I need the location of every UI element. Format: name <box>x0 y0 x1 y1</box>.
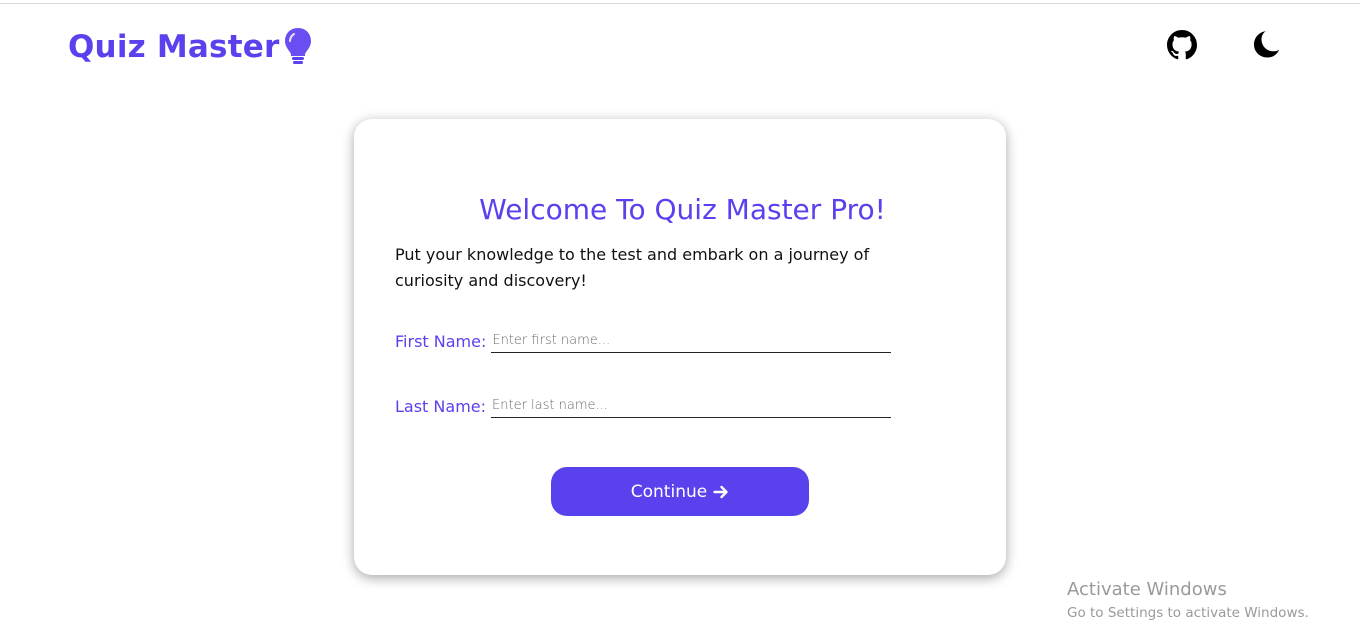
card-subtitle: Put your knowledge to the test and embar… <box>395 245 870 290</box>
continue-label: Continue <box>630 481 708 502</box>
first-name-label: First Name: <box>395 332 487 351</box>
logo-text: Quiz Master <box>68 29 280 65</box>
arrow-right-icon <box>713 484 729 500</box>
lightbulb-icon <box>283 26 313 68</box>
last-name-row: Last Name: <box>395 395 892 418</box>
activate-windows-title: Activate Windows <box>1067 579 1227 600</box>
activate-windows-watermark: Activate Windows Go to Settings to activ… <box>1067 578 1309 623</box>
moon-icon[interactable] <box>1251 29 1281 59</box>
github-icon[interactable] <box>1167 30 1197 60</box>
logo[interactable]: Quiz Master <box>68 26 313 68</box>
activate-windows-subtitle: Go to Settings to activate Windows. <box>1067 605 1309 621</box>
last-name-label: Last Name: <box>395 397 487 416</box>
first-name-row: First Name: <box>395 330 892 353</box>
last-name-input[interactable] <box>491 395 892 418</box>
continue-button[interactable]: Continue <box>551 467 809 516</box>
first-name-input[interactable] <box>491 330 892 353</box>
card-title: Welcome To Quiz Master Pro! <box>479 193 886 226</box>
welcome-card: Welcome To Quiz Master Pro! Put your kno… <box>354 119 1006 575</box>
top-divider <box>0 3 1360 4</box>
